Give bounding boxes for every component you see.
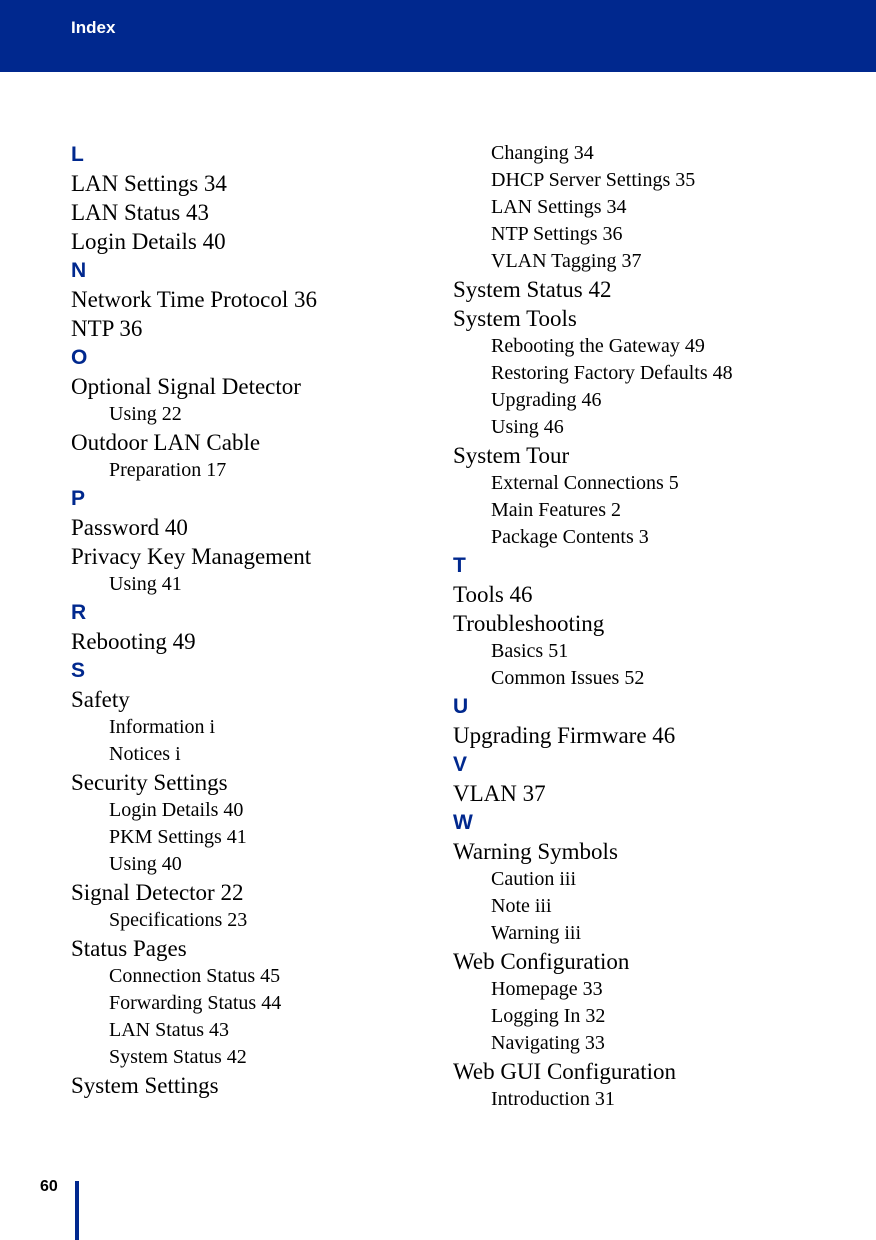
index-subentry: Using 46 <box>491 416 564 438</box>
index-subentry: Information i <box>109 716 216 738</box>
index-letter-heading: T <box>453 554 466 577</box>
index-entry: Rebooting 49 <box>71 629 196 654</box>
index-subentry: LAN Status 43 <box>109 1019 229 1041</box>
index-entry: System Settings <box>71 1073 219 1098</box>
index-entry: System Status 42 <box>453 277 612 302</box>
index-subentry: Upgrading 46 <box>491 389 602 411</box>
footer-divider <box>75 1181 79 1240</box>
index-subentry: Forwarding Status 44 <box>109 992 282 1014</box>
index-subentry: Navigating 33 <box>491 1032 605 1054</box>
index-entry: Status Pages <box>71 936 187 961</box>
index-letter-heading: P <box>71 487 86 510</box>
index-entry: Network Time Protocol 36 <box>71 287 317 312</box>
index-entry: Login Details 40 <box>71 229 226 254</box>
index-entry: Safety <box>71 687 130 712</box>
index-letter-heading: O <box>71 346 88 369</box>
index-subentry: VLAN Tagging 37 <box>491 250 642 272</box>
index-subentry: Logging In 32 <box>491 1005 606 1027</box>
index-entry: Signal Detector 22 <box>71 880 244 905</box>
index-entry: VLAN 37 <box>453 781 546 806</box>
index-entry: Tools 46 <box>453 582 533 607</box>
index-entry: System Tour <box>453 443 570 468</box>
index-entry: System Tools <box>453 306 577 331</box>
index-entry: NTP 36 <box>71 316 143 341</box>
index-subentry: DHCP Server Settings 35 <box>491 169 696 191</box>
index-letter-heading: S <box>71 659 86 682</box>
index-subentry: Changing 34 <box>491 142 594 164</box>
index-entry: Upgrading Firmware 46 <box>453 723 676 748</box>
index-subentry: Using 41 <box>109 573 182 595</box>
index-entry: Privacy Key Management <box>71 544 312 569</box>
index-letter-heading: V <box>453 753 468 776</box>
index-entry: LAN Settings 34 <box>71 171 227 196</box>
index-entry: Troubleshooting <box>453 611 605 636</box>
index-subentry: LAN Settings 34 <box>491 196 627 218</box>
index-subentry: Specifications 23 <box>109 909 248 931</box>
index-letter-heading: L <box>71 143 84 166</box>
index-entry: Web Configuration <box>453 949 630 974</box>
index-letter-heading: N <box>71 259 87 282</box>
index-letter-heading: U <box>453 695 469 718</box>
index-entry: LAN Status 43 <box>71 200 209 225</box>
index-subentry: Introduction 31 <box>491 1088 615 1110</box>
index-subentry: Package Contents 3 <box>491 526 649 548</box>
index-subentry: Using 40 <box>109 853 182 875</box>
index-subentry: Notices i <box>109 743 181 765</box>
index-column-left: L LAN Settings 34 LAN Status 43 Login Detai… <box>71 140 317 1100</box>
index-subentry: Caution iii <box>491 868 576 890</box>
index-entry: Outdoor LAN Cable <box>71 430 261 455</box>
index-subentry: Using 22 <box>109 403 182 425</box>
index-subentry: Login Details 40 <box>109 799 244 821</box>
page-number: 60 <box>40 1178 58 1195</box>
index-entry: Web GUI Configuration <box>453 1059 676 1084</box>
index-subentry: NTP Settings 36 <box>491 223 623 245</box>
index-subentry: External Connections 5 <box>491 472 679 494</box>
index-column-right: Changing 34 DHCP Server Settings 35 LAN Se… <box>453 140 733 1113</box>
index-subentry: Restoring Factory Defaults 48 <box>491 362 733 384</box>
index-entry: Optional Signal Detector <box>71 374 301 399</box>
index-subentry: Rebooting the Gateway 49 <box>491 335 705 357</box>
header-bar: Index <box>0 0 876 72</box>
index-subentry: System Status 42 <box>109 1046 247 1068</box>
index-subentry: PKM Settings 41 <box>109 826 247 848</box>
index-entry: Warning Symbols <box>453 839 618 864</box>
index-subentry: Note iii <box>491 895 552 917</box>
index-entry: Password 40 <box>71 515 188 540</box>
index-entry: Security Settings <box>71 770 228 795</box>
index-subentry: Warning iii <box>491 922 582 944</box>
index-letter-heading: R <box>71 601 87 624</box>
index-letter-heading: W <box>453 811 473 834</box>
index-subentry: Basics 51 <box>491 640 569 662</box>
header-title: Index <box>71 18 116 37</box>
index-subentry: Connection Status 45 <box>109 965 281 987</box>
index-subentry: Homepage 33 <box>491 978 603 1000</box>
index-subentry: Common Issues 52 <box>491 667 645 689</box>
index-subentry: Preparation 17 <box>109 459 227 481</box>
index-subentry: Main Features 2 <box>491 499 621 521</box>
